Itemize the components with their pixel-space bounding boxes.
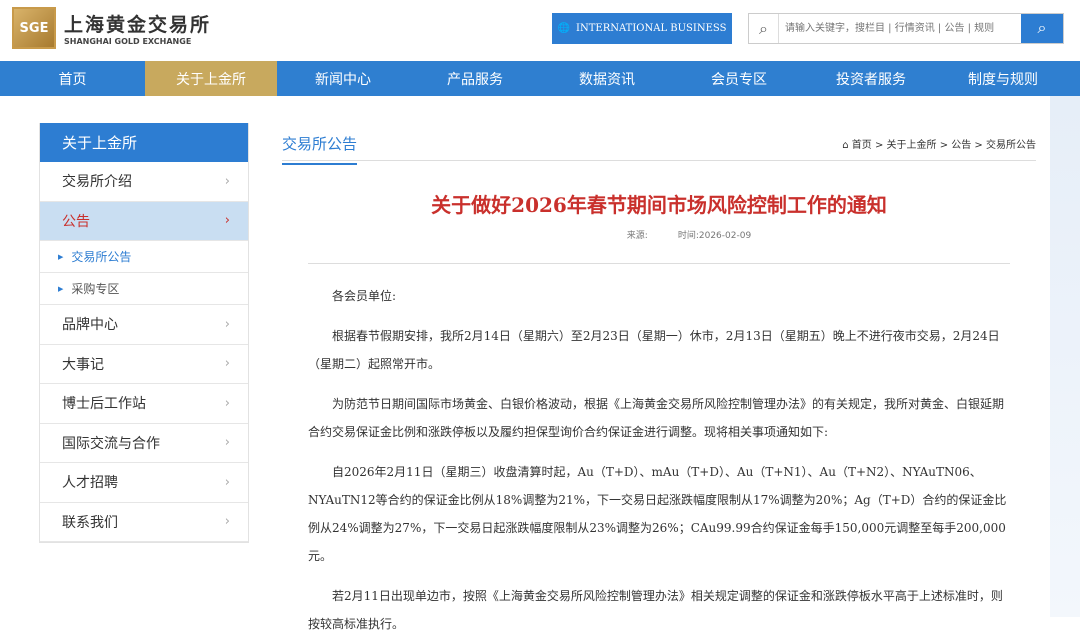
logo-en: SHANGHAI GOLD EXCHANGE [64,37,192,46]
chevron-right-icon: › [224,435,230,451]
logo[interactable]: SGE 上海黄金交易所 SHANGHAI GOLD EXCHANGE [12,7,211,49]
nav-about[interactable]: 关于上金所 [145,61,277,96]
logo-cn: 上海黄金交易所 [64,14,212,36]
search-bar: ⌕ ⌕ [748,13,1064,44]
source-label: 来源: [626,231,648,241]
subitem-label: 交易所公告 [71,250,132,264]
chevron-right-icon: › [224,316,230,332]
paragraph: 自2026年2月11日（星期三）收盘清算时起，Au（T+D）、mAu（T+D）、… [308,465,1007,563]
sidebar-item-events[interactable]: 大事记 › [40,345,248,384]
paragraph: 为防范节日期间国际市场黄金、白银价格波动，根据《上海黄金交易所风险控制管理办法》… [308,397,1005,439]
chevron-right-icon: › [224,356,230,372]
chevron-right-icon: › [224,213,230,229]
sidebar-item-label: 品牌中心 [62,317,118,334]
subitem-label: 采购专区 [71,282,120,296]
nav-investors[interactable]: 投资者服务 [805,61,937,96]
section-title: 交易所公告 [282,133,358,165]
article-title: 关于做好2026年春节期间市场风险控制工作的通知 [431,193,887,217]
sidebar-item-label: 大事记 [62,356,104,373]
main-nav: 首页 关于上金所 新闻中心 产品服务 数据资讯 会员专区 投资者服务 制度与规则 [0,61,1080,96]
sidebar-item-label: 交易所介绍 [62,174,132,191]
nav-products[interactable]: 产品服务 [409,61,541,96]
chevron-right-icon: › [224,395,230,411]
article-body: 各会员单位: 根据春节假期安排，我所2月14日（星期六）至2月23日（星期一）休… [282,282,1036,638]
globe-icon: 🌐 [557,23,571,34]
sidebar-item-international[interactable]: 国际交流与合作 › [40,424,248,463]
paragraph: 若2月11日出现单边市，按照《上海黄金交易所风险控制管理办法》相关规定调整的保证… [308,589,1003,631]
sidebar-item-intro[interactable]: 交易所介绍 › [40,162,248,202]
article-meta: 来源: 时间:2026-02-09 [282,228,1036,241]
search-small-icon: ⌕ [749,14,779,43]
sidebar-item-label: 人才招聘 [62,475,118,492]
nav-home[interactable]: 首页 [0,61,145,96]
sidebar-item-label: 国际交流与合作 [62,435,160,452]
sidebar-item-label: 联系我们 [62,514,118,531]
nav-rules[interactable]: 制度与规则 [937,61,1069,96]
sidebar-item-careers[interactable]: 人才招聘 › [40,463,248,503]
breadcrumb[interactable]: ⌂ 首页 > 关于上金所 > 公告 > 交易所公告 [842,136,1036,151]
nav-data[interactable]: 数据资讯 [541,61,673,96]
logo-mark: SGE [12,7,56,49]
home-icon: ⌂ [842,140,852,151]
sidebar-item-announcements[interactable]: 公告 › [40,201,248,241]
publish-time: 时间:2026-02-09 [677,231,752,241]
chevron-right-icon: › [224,474,230,490]
triangle-icon: ▶ [58,284,64,293]
chevron-right-icon: › [224,514,230,530]
background-decoration [1050,96,1080,617]
nav-members[interactable]: 会员专区 [673,61,805,96]
sidebar: 关于上金所 交易所介绍 › 公告 › ▶ 交易所公告 ▶ 采购专区 品牌中心 › 大事记 ›… [39,123,249,543]
sidebar-item-label: 博士后工作站 [62,396,146,413]
search-button[interactable]: ⌕ [1021,14,1063,43]
sidebar-item-brand[interactable]: 品牌中心 › [40,305,248,345]
sidebar-item-contact[interactable]: 联系我们 › [40,503,248,542]
breadcrumb-text[interactable]: 首页 > 关于上金所 > 公告 > 交易所公告 [852,140,1036,151]
paragraph: 根据春节假期安排，我所2月14日（星期六）至2月23日（星期一）休市，2月13日… [308,329,1000,371]
sidebar-item-label: 公告 [62,213,90,230]
sidebar-item-postdoc[interactable]: 博士后工作站 › [40,384,248,424]
international-business-button[interactable]: 🌐 INTERNATIONAL BUSINESS [552,13,732,44]
search-icon: ⌕ [1037,19,1047,37]
divider [308,263,1010,264]
nav-news[interactable]: 新闻中心 [277,61,409,96]
main-content: 交易所公告 ⌂ 首页 > 关于上金所 > 公告 > 交易所公告 关于做好2026… [282,123,1036,638]
triangle-icon: ▶ [58,252,64,261]
search-input[interactable] [779,14,1021,43]
sidebar-subitem-exchange-notices[interactable]: ▶ 交易所公告 [40,241,248,273]
chevron-right-icon: › [224,173,230,189]
header: SGE 上海黄金交易所 SHANGHAI GOLD EXCHANGE 🌐 INTER… [0,0,1080,61]
intl-label: INTERNATIONAL BUSINESS [576,23,727,34]
sidebar-title: 关于上金所 [40,123,248,162]
paragraph: 各会员单位: [332,289,397,303]
sidebar-subitem-procurement[interactable]: ▶ 采购专区 [40,273,248,305]
